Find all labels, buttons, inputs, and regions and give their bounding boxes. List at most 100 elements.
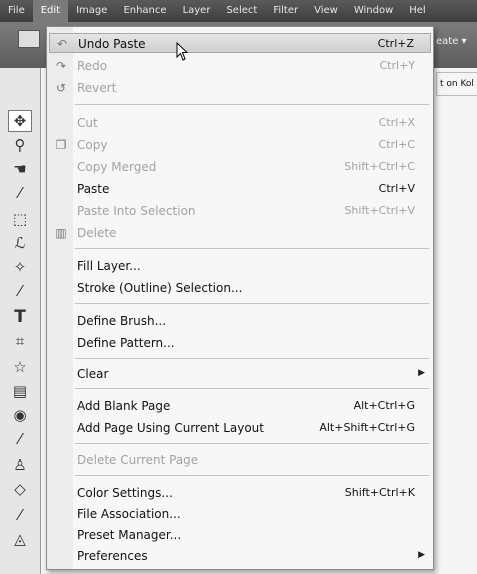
menu-separator: [75, 388, 429, 389]
menu-item-label: Undo Paste: [78, 37, 146, 51]
menu-separator: [75, 303, 429, 304]
menu-item-revert[interactable]: ↺ Revert: [49, 78, 431, 98]
menu-item-undo-paste[interactable]: ↶ Undo Paste Ctrl+Z: [49, 33, 431, 53]
menu-item-label: Paste Into Selection: [77, 204, 196, 218]
red-eye-tool-icon[interactable]: ◉: [8, 404, 32, 426]
edit-menu-dropdown: ↶ Undo Paste Ctrl+Z ↷ Redo Ctrl+Y ↺ Reve…: [46, 26, 434, 570]
options-button[interactable]: [18, 30, 40, 48]
redo-icon: ↷: [55, 59, 67, 73]
tip-bar: t on Kol: [436, 72, 477, 96]
menu-item-delete-current-page[interactable]: Delete Current Page: [49, 450, 431, 470]
menu-item-shortcut: Alt+Ctrl+G: [353, 399, 415, 412]
menu-item-label: Clear: [77, 367, 109, 381]
eraser-tool-icon[interactable]: ◇: [8, 478, 32, 500]
menu-item-shortcut: Alt+Shift+Ctrl+G: [319, 421, 415, 434]
lasso-tool-icon[interactable]: ℒ: [8, 232, 32, 254]
menu-file[interactable]: File: [0, 0, 33, 22]
menu-item-copy-merged[interactable]: Copy Merged Shift+Ctrl+C: [49, 157, 431, 177]
menu-item-redo[interactable]: ↷ Redo Ctrl+Y: [49, 56, 431, 76]
shape-tool-icon[interactable]: ☆: [8, 356, 32, 378]
healing-tool-icon[interactable]: ⁄: [8, 428, 32, 450]
menu-view[interactable]: View: [306, 0, 346, 22]
menu-item-shortcut: Ctrl+V: [378, 182, 415, 195]
trash-icon: ▥: [55, 226, 67, 240]
clone-tool-icon[interactable]: ♙: [8, 454, 32, 476]
type-tool-icon[interactable]: T: [8, 306, 32, 328]
marquee-tool-icon[interactable]: ⬚: [8, 208, 32, 230]
menu-item-copy[interactable]: ❐ Copy Ctrl+C: [49, 135, 431, 155]
menu-item-label: Revert: [77, 81, 117, 95]
menu-item-label: Redo: [77, 59, 108, 73]
crop-tool-icon[interactable]: ⌗: [8, 330, 32, 352]
menu-item-shortcut: Ctrl+Y: [379, 59, 415, 72]
menu-item-label: Add Blank Page: [77, 399, 171, 413]
submenu-arrow-icon: ▶: [418, 550, 425, 560]
menu-select[interactable]: Select: [218, 0, 265, 22]
menu-edit[interactable]: Edit: [32, 0, 69, 22]
menu-item-label: Delete Current Page: [77, 453, 199, 467]
toolbox: ✥ ⚲ ☚ ⁄ ⬚ ℒ ✧ ⁄ T ⌗ ☆ ▤ ◉ ⁄ ♙ ◇ ⁄ ◬: [0, 68, 41, 574]
menu-item-label: Copy: [77, 138, 108, 152]
blur-tool-icon[interactable]: ◬: [8, 528, 32, 550]
menu-item-label: Define Pattern...: [77, 336, 175, 350]
menu-item-label: Define Brush...: [77, 314, 167, 328]
menu-item-preset-manager[interactable]: Preset Manager...: [49, 525, 431, 545]
menu-item-paste[interactable]: Paste Ctrl+V: [49, 179, 431, 199]
menu-separator: [75, 104, 429, 105]
menu-item-define-pattern[interactable]: Define Pattern...: [49, 333, 431, 353]
menu-item-paste-into-selection[interactable]: Paste Into Selection Shift+Ctrl+V: [49, 201, 431, 221]
submenu-arrow-icon: ▶: [418, 368, 425, 378]
menu-item-shortcut: Ctrl+C: [378, 138, 415, 151]
menu-help[interactable]: Hel: [401, 0, 433, 22]
menu-item-label: Add Page Using Current Layout: [77, 421, 264, 435]
menu-item-preferences[interactable]: Preferences ▶: [49, 546, 431, 566]
menu-item-label: Cut: [77, 116, 98, 130]
copy-icon: ❐: [55, 138, 67, 152]
menu-separator: [75, 475, 429, 476]
menu-item-color-settings[interactable]: Color Settings... Shift+Ctrl+K: [49, 483, 431, 503]
menu-image[interactable]: Image: [68, 0, 115, 22]
move-tool-icon[interactable]: ✥: [8, 110, 32, 132]
zoom-tool-icon[interactable]: ⚲: [8, 134, 32, 156]
menu-item-shortcut: Shift+Ctrl+C: [344, 160, 415, 173]
create-button[interactable]: eate ▾: [436, 36, 467, 47]
menu-item-fill-layer[interactable]: Fill Layer...: [49, 256, 431, 276]
menu-window[interactable]: Window: [346, 0, 401, 22]
menu-item-delete[interactable]: ▥ Delete: [49, 223, 431, 243]
pencil-tool-icon[interactable]: ⁄: [8, 504, 32, 526]
menu-filter[interactable]: Filter: [265, 0, 306, 22]
hand-tool-icon[interactable]: ☚: [8, 158, 32, 180]
menu-item-shortcut: Ctrl+Z: [377, 37, 414, 50]
menu-item-define-brush[interactable]: Define Brush...: [49, 311, 431, 331]
stamp-tool-icon[interactable]: ▤: [8, 380, 32, 402]
menu-enhance[interactable]: Enhance: [115, 0, 174, 22]
mouse-cursor-icon: [176, 42, 189, 61]
menu-item-label: Color Settings...: [77, 486, 173, 500]
menu-separator: [75, 443, 429, 444]
menu-separator: [75, 358, 429, 359]
menu-item-label: Delete: [77, 226, 117, 240]
magic-wand-tool-icon[interactable]: ✧: [8, 256, 32, 278]
brush-tool-icon[interactable]: ⁄: [8, 280, 32, 302]
eyedropper-tool-icon[interactable]: ⁄: [8, 182, 32, 204]
menu-item-label: File Association...: [77, 507, 181, 521]
menu-item-stroke-selection[interactable]: Stroke (Outline) Selection...: [49, 278, 431, 298]
menu-item-cut[interactable]: Cut Ctrl+X: [49, 113, 431, 133]
menu-item-clear[interactable]: Clear ▶: [49, 364, 431, 384]
menu-item-shortcut: Ctrl+X: [378, 116, 415, 129]
menu-item-label: Preset Manager...: [77, 528, 182, 542]
menu-item-add-page-current-layout[interactable]: Add Page Using Current Layout Alt+Shift+…: [49, 418, 431, 438]
undo-icon: ↶: [56, 37, 68, 51]
menu-item-add-blank-page[interactable]: Add Blank Page Alt+Ctrl+G: [49, 396, 431, 416]
revert-icon: ↺: [55, 81, 67, 95]
menu-item-shortcut: Shift+Ctrl+K: [344, 486, 415, 499]
menu-layer[interactable]: Layer: [175, 0, 219, 22]
menu-item-label: Fill Layer...: [77, 259, 141, 273]
menu-item-label: Copy Merged: [77, 160, 157, 174]
menu-item-label: Preferences: [77, 549, 148, 563]
menu-item-shortcut: Shift+Ctrl+V: [344, 204, 415, 217]
menu-item-label: Stroke (Outline) Selection...: [77, 281, 243, 295]
menu-bar: File Edit Image Enhance Layer Select Fil…: [0, 0, 477, 22]
menu-separator: [75, 248, 429, 249]
menu-item-file-association[interactable]: File Association...: [49, 504, 431, 524]
